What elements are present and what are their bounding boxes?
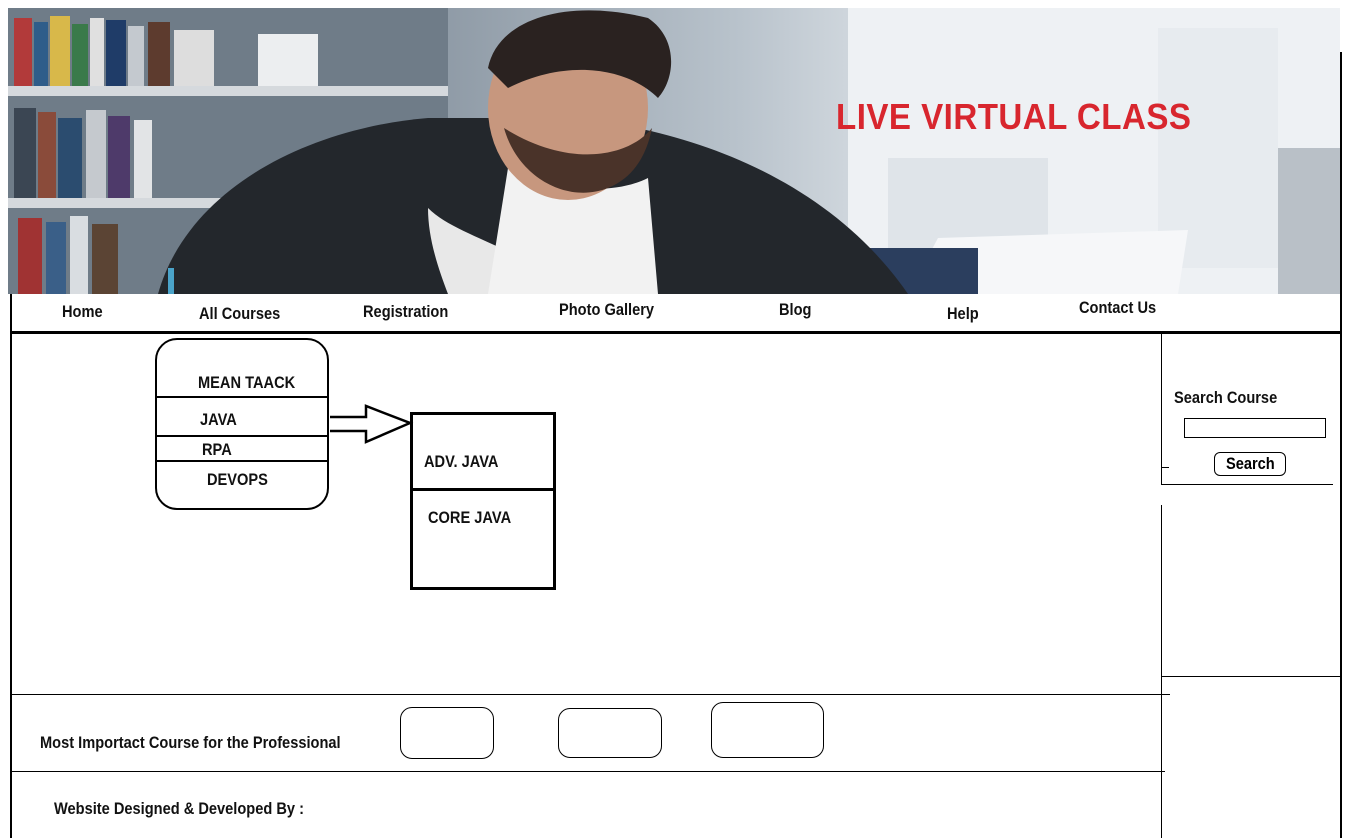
submenu-item-adv-java[interactable]: ADV. JAVA bbox=[424, 452, 498, 472]
nav-all-courses[interactable]: All Courses bbox=[199, 304, 280, 324]
course-menu-divider-2 bbox=[155, 435, 329, 437]
nav-bar: Home All Courses Registration Photo Gall… bbox=[8, 294, 1340, 334]
course-item-rpa[interactable]: RPA bbox=[202, 440, 232, 460]
search-panel-bottom bbox=[1161, 484, 1333, 485]
search-input[interactable] bbox=[1184, 418, 1326, 438]
search-button-label: Search bbox=[1225, 454, 1275, 473]
java-submenu-divider bbox=[410, 488, 556, 491]
nav-registration[interactable]: Registration bbox=[363, 302, 448, 322]
nav-help[interactable]: Help bbox=[947, 304, 979, 324]
java-submenu bbox=[410, 412, 556, 590]
featured-bottom-divider bbox=[10, 771, 1165, 772]
sidebar-divider-top bbox=[1161, 334, 1162, 484]
featured-courses-label: Most Importact Course for the Profession… bbox=[40, 733, 341, 752]
header-banner: LIVE VIRTUAL CLASS bbox=[8, 8, 1340, 294]
nav-bottom-divider bbox=[10, 331, 1340, 334]
search-course-label: Search Course bbox=[1174, 388, 1278, 407]
banner-photo bbox=[8, 8, 1340, 294]
nav-photo-gallery[interactable]: Photo Gallery bbox=[559, 300, 654, 320]
sidebar-divider-bottom bbox=[1161, 505, 1162, 838]
submenu-arrow-icon bbox=[330, 404, 414, 444]
course-menu-divider-3 bbox=[155, 460, 329, 462]
course-menu-divider-1 bbox=[155, 396, 329, 398]
content-bottom-divider bbox=[10, 694, 1170, 695]
featured-course-card-2[interactable] bbox=[558, 708, 662, 758]
submenu-item-core-java[interactable]: CORE JAVA bbox=[428, 508, 511, 528]
page-right-border bbox=[1340, 52, 1342, 838]
sidebar-section-divider bbox=[1161, 676, 1340, 677]
featured-course-card-3[interactable] bbox=[711, 702, 824, 758]
left-border bbox=[10, 294, 12, 838]
nav-home[interactable]: Home bbox=[62, 302, 103, 322]
nav-blog[interactable]: Blog bbox=[779, 300, 811, 320]
search-button[interactable]: Search bbox=[1214, 452, 1286, 476]
course-item-mean-stack[interactable]: MEAN TAACK bbox=[198, 373, 295, 393]
sidebar-tick bbox=[1161, 467, 1169, 468]
banner-title: LIVE VIRTUAL CLASS bbox=[836, 96, 1192, 137]
course-item-java[interactable]: JAVA bbox=[200, 410, 237, 430]
footer-credit: Website Designed & Developed By : bbox=[54, 799, 304, 818]
course-item-devops[interactable]: DEVOPS bbox=[207, 470, 268, 490]
nav-contact-us[interactable]: Contact Us bbox=[1079, 298, 1156, 318]
featured-course-card-1[interactable] bbox=[400, 707, 494, 759]
